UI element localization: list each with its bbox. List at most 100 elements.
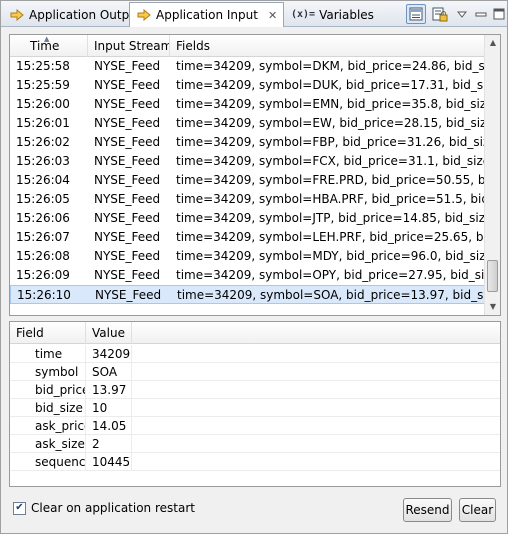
table-cell-time: 15:26:09 xyxy=(16,268,70,282)
table-row[interactable]: 15:26:07 NYSE_Feed time=34209, symbol=LEH.… xyxy=(10,228,485,247)
table-cell-fields: time=34209, symbol=FBP, bid_price=31.26,… xyxy=(176,135,485,149)
minimize-icon[interactable] xyxy=(471,4,491,24)
detail-field-value: 14.05 xyxy=(86,417,132,435)
table-cell-input-stream: NYSE_Feed xyxy=(94,211,161,225)
table-cell-time: 15:26:06 xyxy=(16,211,70,225)
table-cell-fields: time=34209, symbol=EMN, bid_price=35.8, … xyxy=(176,97,485,111)
table-cell-input-stream: NYSE_Feed xyxy=(94,116,161,130)
tab-application-output[interactable]: Application Output xyxy=(3,3,148,26)
detail-field-value: 34209 xyxy=(86,345,132,363)
tab-label: Variables xyxy=(319,7,374,22)
table-cell-fields: time=34209, symbol=MDY, bid_price=96.0, … xyxy=(176,249,485,263)
table-cell-fields: time=34209, symbol=HBA.PRF, bid_price=51… xyxy=(176,192,485,206)
table-cell-input-stream: NYSE_Feed xyxy=(94,59,161,73)
table-row[interactable]: 15:26:00 NYSE_Feed time=34209, symbol=EMN,… xyxy=(10,95,485,114)
table-cell-input-stream: NYSE_Feed xyxy=(94,173,161,187)
detail-field-name: bid_price xyxy=(10,381,86,399)
detail-field-name: time xyxy=(10,345,86,363)
table-cell-time: 15:26:03 xyxy=(16,154,70,168)
arrow-right-icon xyxy=(9,7,25,23)
scroll-lock-icon[interactable] xyxy=(430,4,450,24)
tab-label: Application Output xyxy=(29,7,142,22)
clear-button[interactable]: Clear xyxy=(459,498,496,522)
table-cell-fields: time=34209, symbol=OPY, bid_price=27.95,… xyxy=(176,268,485,282)
table-cell-fields: time=34209, symbol=DKM, bid_price=24.86,… xyxy=(176,59,485,73)
clear-on-restart-option[interactable]: ✔ Clear on application restart xyxy=(13,501,195,515)
scroll-up-icon[interactable]: ▲ xyxy=(485,35,500,51)
table-cell-time: 15:26:02 xyxy=(16,135,70,149)
detail-field-name: ask_price xyxy=(10,417,86,435)
table-cell-time: 15:26:04 xyxy=(16,173,70,187)
checkmark-icon: ✔ xyxy=(15,502,24,513)
table-cell-time: 15:26:00 xyxy=(16,97,70,111)
detail-row[interactable]: sequence10445 xyxy=(10,453,500,471)
table-row[interactable]: 15:26:10 NYSE_Feed time=34209, symbol=SOA,… xyxy=(10,285,485,304)
scroll-down-icon[interactable]: ▼ xyxy=(485,299,500,315)
table-row[interactable]: 15:26:03 NYSE_Feed time=34209, symbol=FCX,… xyxy=(10,152,485,171)
table-cell-fields: time=34209, symbol=JTP, bid_price=14.85,… xyxy=(176,211,485,225)
detail-field-name: ask_size xyxy=(10,435,86,453)
input-table[interactable]: ▲ Time Input Stream Fields 15:25:58 NYSE_… xyxy=(9,34,501,316)
detail-header: Field Value xyxy=(10,322,500,344)
detail-field-value: SOA xyxy=(86,363,132,381)
maximize-icon[interactable] xyxy=(489,4,508,24)
detail-row[interactable]: time 34209 xyxy=(10,345,500,363)
detail-field-value: 2 xyxy=(86,435,132,453)
table-cell-time: 15:26:07 xyxy=(16,230,70,244)
table-header: ▲ Time Input Stream Fields xyxy=(10,35,485,57)
table-cell-input-stream: NYSE_Feed xyxy=(95,288,162,302)
tab-application-input[interactable]: Application Input ✕ xyxy=(129,2,285,27)
tab-variables[interactable]: (x)= Variables xyxy=(285,3,380,26)
resend-button[interactable]: Resend xyxy=(403,498,452,522)
table-cell-fields: time=34209, symbol=SOA, bid_price=13.97,… xyxy=(177,288,485,302)
column-header-time[interactable]: ▲ Time xyxy=(10,35,88,57)
column-header-field[interactable]: Field xyxy=(10,322,86,344)
view-menu-icon[interactable] xyxy=(452,4,472,24)
table-row[interactable]: 15:26:08 NYSE_Feed time=34209, symbol=MDY,… xyxy=(10,247,485,266)
table-cell-input-stream: NYSE_Feed xyxy=(94,135,161,149)
detail-field-value: 10 xyxy=(86,399,132,417)
table-cell-input-stream: NYSE_Feed xyxy=(94,154,161,168)
close-icon[interactable]: ✕ xyxy=(268,9,277,22)
table-cell-input-stream: NYSE_Feed xyxy=(94,97,161,111)
table-row[interactable]: 15:26:09 NYSE_Feed time=34209, symbol=OPY,… xyxy=(10,266,485,285)
detail-row[interactable]: symbol SOA xyxy=(10,363,500,381)
table-row[interactable]: 15:26:04 NYSE_Feed time=34209, symbol=FRE.… xyxy=(10,171,485,190)
column-header-value[interactable]: Value xyxy=(86,322,132,344)
detail-field-value: 10445 xyxy=(86,453,132,471)
table-cell-fields: time=34209, symbol=FRE.PRD, bid_price=50… xyxy=(176,173,485,187)
table-cell-time: 15:26:10 xyxy=(17,288,71,302)
scrollbar-thumb[interactable] xyxy=(487,260,498,292)
table-row[interactable]: 15:26:01 NYSE_Feed time=34209, symbol=EW, … xyxy=(10,114,485,133)
table-row[interactable]: 15:25:59 NYSE_Feed time=34209, symbol=DUK,… xyxy=(10,76,485,95)
table-cell-time: 15:26:05 xyxy=(16,192,70,206)
table-cell-input-stream: NYSE_Feed xyxy=(94,230,161,244)
field-detail-table[interactable]: Field Value time 34209 symbol SOA bid_price 1… xyxy=(9,321,501,487)
table-cell-time: 15:25:58 xyxy=(16,59,70,73)
detail-row[interactable]: bid_size 10 xyxy=(10,399,500,417)
table-cell-input-stream: NYSE_Feed xyxy=(94,249,161,263)
table-row[interactable]: 15:26:02 NYSE_Feed time=34209, symbol=FBP,… xyxy=(10,133,485,152)
table-row[interactable]: 15:26:06 NYSE_Feed time=34209, symbol=JTP,… xyxy=(10,209,485,228)
column-header-input-stream[interactable]: Input Stream xyxy=(88,35,170,57)
detail-row[interactable]: ask_size 2 xyxy=(10,435,500,453)
table-row[interactable]: 15:25:58 NYSE_Feed time=34209, symbol=DKM,… xyxy=(10,57,485,76)
detail-field-name: symbol xyxy=(10,363,86,381)
table-cell-input-stream: NYSE_Feed xyxy=(94,192,161,206)
clear-on-restart-label: Clear on application restart xyxy=(31,501,195,515)
detail-field-name: sequence xyxy=(10,453,86,471)
table-cell-input-stream: NYSE_Feed xyxy=(94,78,161,92)
table-body: 15:25:58 NYSE_Feed time=34209, symbol=DKM,… xyxy=(10,57,485,315)
clear-on-restart-checkbox[interactable]: ✔ xyxy=(13,501,26,515)
detail-field-name: bid_size xyxy=(10,399,86,417)
detail-row[interactable]: bid_price 13.97 xyxy=(10,381,500,399)
column-header-fields[interactable]: Fields xyxy=(170,35,485,57)
variables-icon: (x)= xyxy=(291,9,316,20)
detail-field-value: 13.97 xyxy=(86,381,132,399)
table-row[interactable]: 15:26:05 NYSE_Feed time=34209, symbol=HBA.… xyxy=(10,190,485,209)
detail-row[interactable]: ask_price 14.05 xyxy=(10,417,500,435)
application-input-view: Application Output Application Input ✕ (… xyxy=(0,0,508,534)
show-details-icon[interactable] xyxy=(406,4,426,24)
table-cell-fields: time=34209, symbol=EW, bid_price=28.15, … xyxy=(176,116,485,130)
vertical-scrollbar[interactable]: ▲ ▼ xyxy=(484,35,500,315)
